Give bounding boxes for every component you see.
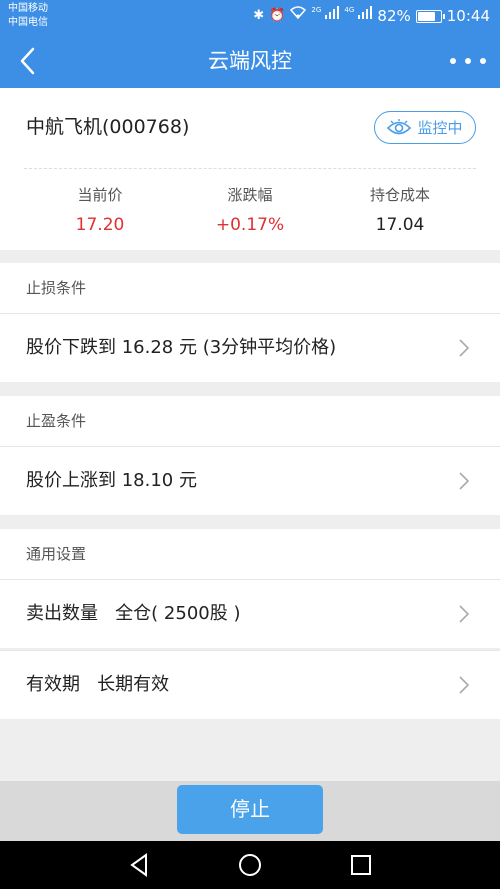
chevron-right-icon: [459, 472, 470, 490]
more-dot-icon: [450, 58, 456, 64]
net-tag-1: 2G: [311, 6, 322, 14]
carrier-info: 中国移动 中国电信: [8, 2, 48, 30]
net-tag-2: 4G: [344, 6, 355, 14]
more-button[interactable]: [450, 49, 486, 73]
alarm-icon: ⏰: [269, 8, 286, 23]
page-title: 云端风控: [208, 49, 292, 73]
nav-bar: 云端风控: [0, 34, 500, 88]
stop-loss-condition: 股价下跌到 16.28 元 (3分钟平均价格): [26, 337, 337, 358]
stat-label: 涨跌幅: [227, 186, 273, 204]
stat-value: +0.17%: [215, 215, 285, 235]
battery-fill: [417, 11, 436, 21]
stat-current-price: 当前价 17.20: [30, 184, 170, 235]
chevron-right-icon: [459, 676, 470, 694]
carrier-2: 中国电信: [8, 17, 48, 28]
signal-icon-2: 4G: [344, 6, 373, 26]
eye-icon: [387, 118, 412, 134]
stat-change-percent: 涨跌幅 +0.17%: [180, 184, 320, 235]
stop-loss-condition-row[interactable]: 股价下跌到 16.28 元 (3分钟平均价格): [0, 314, 500, 382]
battery-icon: [415, 9, 445, 23]
take-profit-condition-row[interactable]: 股价上涨到 18.10 元: [0, 447, 500, 515]
more-dot-icon: [480, 58, 486, 64]
status-bar: 中国移动 中国电信 ✱ ⏰ 2G 4G 82% 10:44: [0, 0, 500, 34]
validity-row[interactable]: 有效期 长期有效: [0, 651, 500, 719]
battery-percent: 82%: [377, 7, 411, 25]
monitor-label: 监控中: [417, 119, 463, 137]
chevron-right-icon: [459, 605, 470, 623]
chevron-left-icon: [20, 47, 35, 75]
home-circle-icon[interactable]: [236, 851, 264, 879]
carrier-1: 中国移动: [8, 3, 48, 14]
stock-card: 中航飞机(000768) 监控中 当前价 17.20 涨跌幅 +0.17% 持仓…: [0, 88, 500, 250]
stat-label: 持仓成本: [369, 186, 430, 204]
system-nav-bar: [0, 841, 500, 889]
signal-icon-1: 2G: [311, 6, 340, 26]
stock-name: 中航飞机(000768): [26, 116, 190, 138]
chevron-right-icon: [459, 339, 470, 357]
sell-quantity-row[interactable]: 卖出数量 全仓( 2500股 ): [0, 580, 500, 648]
back-button[interactable]: [10, 43, 46, 79]
section-header-take-profit: 止盈条件: [0, 396, 500, 446]
take-profit-condition: 股价上涨到 18.10 元: [26, 470, 197, 491]
stat-value: 17.20: [75, 215, 125, 235]
section-header-stop-loss: 止损条件: [0, 263, 500, 313]
sell-quantity: 卖出数量 全仓( 2500股 ): [26, 603, 241, 624]
back-triangle-icon[interactable]: [126, 851, 154, 879]
stat-value: 17.04: [375, 215, 425, 235]
more-dot-icon: [465, 58, 471, 64]
status-time: 10:44: [446, 7, 490, 25]
stat-cost-basis: 持仓成本 17.04: [330, 184, 470, 235]
recents-square-icon[interactable]: [347, 851, 375, 879]
section-header-general: 通用设置: [0, 529, 500, 579]
bluetooth-icon: ✱: [253, 8, 265, 23]
divider: [24, 168, 476, 169]
bottom-action-bar: 停止: [0, 781, 500, 841]
monitor-status-badge[interactable]: 监控中: [374, 111, 476, 144]
wifi-icon: [290, 6, 307, 26]
validity: 有效期 长期有效: [26, 674, 170, 695]
stop-button[interactable]: 停止: [177, 785, 323, 834]
stat-label: 当前价: [77, 186, 123, 204]
status-icons: ✱ ⏰ 2G 4G 82% 10:44: [253, 6, 490, 26]
